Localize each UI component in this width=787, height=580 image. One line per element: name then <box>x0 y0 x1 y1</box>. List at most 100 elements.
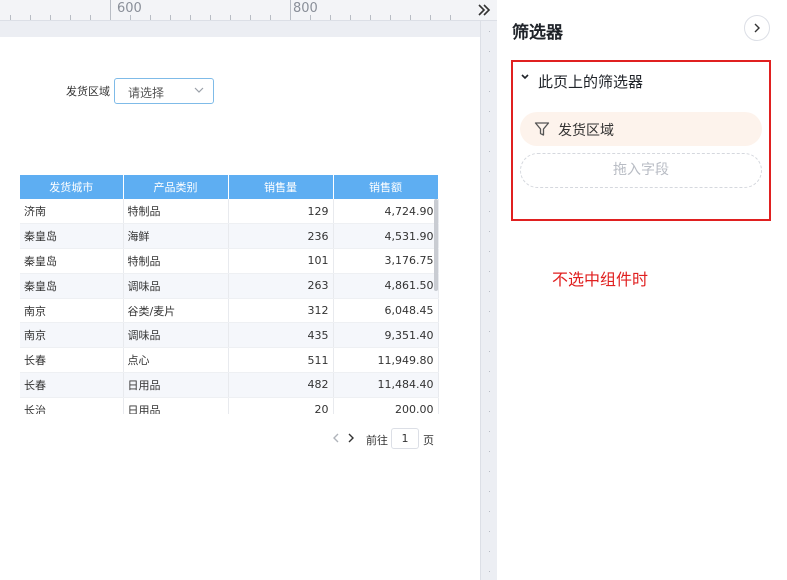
ruler-tick <box>310 15 311 20</box>
table-cell: 236 <box>228 223 334 250</box>
drop-field-zone[interactable]: 拖入字段 <box>520 153 762 188</box>
ruler-tick <box>489 431 490 432</box>
table-cell: 4,531.90 <box>333 223 439 250</box>
ruler-tick <box>489 571 490 572</box>
section-title: 此页上的筛选器 <box>538 73 644 91</box>
table-cell: 调味品 <box>123 273 229 299</box>
table-cell: 129 <box>228 199 334 225</box>
table-cell: 南京 <box>20 322 124 349</box>
table-cell: 9,351.40 <box>333 322 439 349</box>
table-cell: 482 <box>228 372 334 398</box>
ruler-tick <box>70 15 71 20</box>
table-cell: 海鲜 <box>123 223 229 250</box>
ruler-tick <box>489 51 490 52</box>
page-number-input[interactable]: 1 <box>391 428 419 449</box>
ruler-tick <box>489 231 490 232</box>
ruler-tick <box>489 291 490 292</box>
column-header[interactable]: 销售额 <box>333 175 439 199</box>
ruler-tick <box>489 471 490 472</box>
ruler-tick <box>410 15 411 20</box>
ruler-tick <box>350 15 351 20</box>
ruler-tick <box>489 531 490 532</box>
ruler-tick <box>210 15 211 20</box>
ruler-tick <box>50 15 51 20</box>
table-cell: 秦皇岛 <box>20 273 124 299</box>
ruler-tick <box>489 111 490 112</box>
ruler-tick <box>130 15 131 20</box>
report-page: 发货区域 请选择 发货城市 产品类别 销售量 销售额 济南 特制品 129 4,724… <box>0 37 480 580</box>
table-cell: 特制品 <box>123 248 229 274</box>
panel-title: 筛选器 <box>512 23 563 43</box>
table-cell: 101 <box>228 248 334 274</box>
table-cell: 11,949.80 <box>333 347 439 374</box>
report-canvas: 600 800 发货区域 请选择 发货城市 产品类别 销售量 销售额 济南 特制… <box>0 0 497 580</box>
ruler-tick <box>489 191 490 192</box>
ruler-major-tick <box>290 0 291 20</box>
expand-panel-button[interactable] <box>470 0 497 21</box>
ruler-tick <box>489 211 490 212</box>
table-row: 济南 特制品 129 4,724.90 <box>20 199 439 225</box>
ruler-tick <box>489 311 490 312</box>
ruler-tick <box>489 411 490 412</box>
table-row: 长春 点心 511 11,949.80 <box>20 347 439 374</box>
table-cell: 3,176.75 <box>333 248 439 274</box>
table-cell: 日用品 <box>123 372 229 398</box>
table-cell: 调味品 <box>123 322 229 349</box>
ruler-tick <box>489 171 490 172</box>
sales-table: 发货城市 产品类别 销售量 销售额 济南 特制品 129 4,724.90 秦皇岛 海鲜 2… <box>20 175 439 423</box>
table-cell: 长春 <box>20 347 124 374</box>
select-placeholder: 请选择 <box>128 86 165 100</box>
ruler-tick <box>489 391 490 392</box>
table-cell: 4,724.90 <box>333 199 439 225</box>
ruler-label: 800 <box>293 1 318 16</box>
ruler-tick <box>489 71 490 72</box>
table-row: 长春 日用品 482 11,484.40 <box>20 372 439 398</box>
table-row: 南京 调味品 435 9,351.40 <box>20 322 439 349</box>
ruler-tick <box>90 15 91 20</box>
ruler-tick <box>489 131 490 132</box>
table-row: 秦皇岛 海鲜 236 4,531.90 <box>20 223 439 250</box>
table-cell: 特制品 <box>123 199 229 225</box>
vertical-ruler <box>480 21 497 580</box>
table-cell: 点心 <box>123 347 229 374</box>
table-cell: 长春 <box>20 372 124 398</box>
chevron-down-icon[interactable] <box>519 71 531 83</box>
table-row: 南京 谷类/麦片 312 6,048.45 <box>20 298 439 324</box>
table-cell: 谷类/麦片 <box>123 298 229 324</box>
goto-label: 前往 <box>366 434 388 447</box>
table-body: 济南 特制品 129 4,724.90 秦皇岛 海鲜 236 4,531.90 秦皇岛 特制品 10… <box>20 199 439 423</box>
table-cell: 秦皇岛 <box>20 223 124 250</box>
column-header[interactable]: 产品类别 <box>123 175 229 199</box>
ruler-tick <box>230 15 231 20</box>
table-row: 秦皇岛 调味品 263 4,861.50 <box>20 273 439 299</box>
annotation-text: 不选中组件时 <box>552 270 649 289</box>
table-cell: 263 <box>228 273 334 299</box>
ruler-tick <box>430 15 431 20</box>
ruler-tick <box>450 15 451 20</box>
page-filter-section: 此页上的筛选器 发货区域 拖入字段 <box>511 60 771 221</box>
ruler-tick <box>330 15 331 20</box>
table-scrollbar[interactable] <box>434 199 438 291</box>
chevron-right-icon[interactable] <box>347 433 355 443</box>
chevron-left-icon[interactable] <box>332 433 340 443</box>
ruler-tick <box>489 351 490 352</box>
ruler-tick <box>489 331 490 332</box>
ruler-tick <box>190 15 191 20</box>
table-cell: 435 <box>228 322 334 349</box>
ruler-tick <box>170 15 171 20</box>
filter-label: 发货区域 <box>66 85 110 98</box>
column-header[interactable]: 发货城市 <box>20 175 124 199</box>
ruler-tick <box>489 371 490 372</box>
ruler-tick <box>30 15 31 20</box>
ruler-label: 600 <box>117 1 142 16</box>
region-filter-select[interactable]: 请选择 <box>114 78 214 104</box>
filter-item-region[interactable]: 发货区域 <box>520 112 762 146</box>
ruler-tick <box>489 251 490 252</box>
collapse-panel-button[interactable] <box>744 15 770 41</box>
column-header[interactable]: 销售量 <box>228 175 334 199</box>
filter-panel: 筛选器 此页上的筛选器 发货区域 拖入字段 不选中组件时 <box>497 0 787 580</box>
double-chevron-right-icon <box>477 4 490 16</box>
horizontal-ruler: 600 800 <box>0 0 470 21</box>
table-header-row: 发货城市 产品类别 销售量 销售额 <box>20 175 439 199</box>
ruler-tick <box>390 15 391 20</box>
